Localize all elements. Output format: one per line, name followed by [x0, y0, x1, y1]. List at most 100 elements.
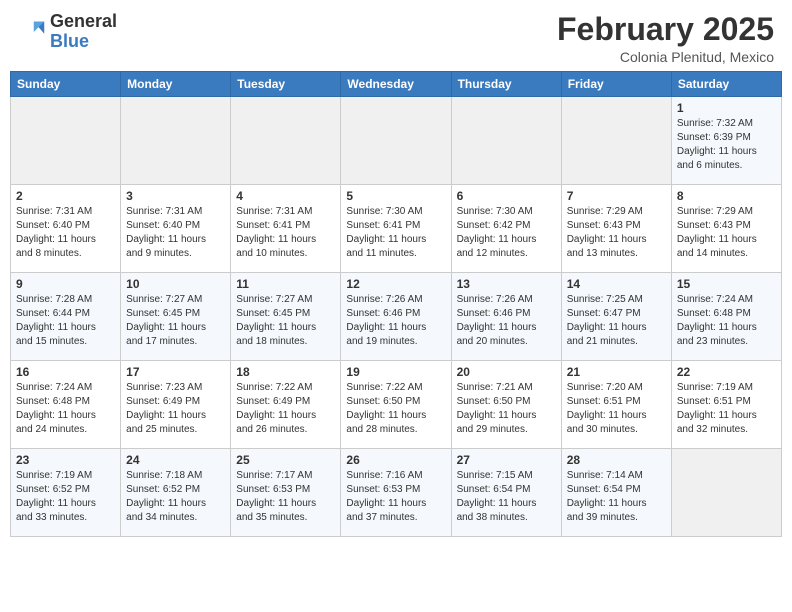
calendar-cell: 13 Sunrise: 7:26 AMSunset: 6:46 PMDayligh…: [451, 273, 561, 361]
day-info: Sunrise: 7:29 AMSunset: 6:43 PMDaylight:…: [677, 205, 776, 261]
calendar-cell: [451, 97, 561, 185]
calendar-body: 1Sunrise: 7:32 AMSunset: 6:39 PMDaylight…: [11, 97, 782, 537]
day-number: 17: [126, 365, 225, 379]
calendar: SundayMondayTuesdayWednesdayThursdayFrid…: [0, 71, 792, 612]
logo-icon: [18, 18, 46, 46]
day-number: 18: [236, 365, 335, 379]
day-info: Sunrise: 7:19 AMSunset: 6:52 PMDaylight:…: [16, 469, 115, 525]
header-day-sunday: Sunday: [11, 72, 121, 97]
day-number: 11: [236, 277, 335, 291]
day-number: 9: [16, 277, 115, 291]
calendar-cell: 3 Sunrise: 7:31 AMSunset: 6:40 PMDaylight…: [121, 185, 231, 273]
day-info: Sunrise: 7:14 AMSunset: 6:54 PMDaylight:…: [567, 469, 666, 525]
calendar-cell: 20 Sunrise: 7:21 AMSunset: 6:50 PMDayligh…: [451, 361, 561, 449]
calendar-cell: [341, 97, 451, 185]
day-info: Sunrise: 7:21 AMSunset: 6:50 PMDaylight:…: [457, 381, 556, 437]
day-info: Sunrise: 7:26 AMSunset: 6:46 PMDaylight:…: [346, 293, 445, 349]
calendar-cell: 1Sunrise: 7:32 AMSunset: 6:39 PMDaylight…: [671, 97, 781, 185]
day-number: 8: [677, 189, 776, 203]
day-number: 27: [457, 453, 556, 467]
day-info: Sunrise: 7:29 AMSunset: 6:43 PMDaylight:…: [567, 205, 666, 261]
day-number: 24: [126, 453, 225, 467]
week-row-1: 1Sunrise: 7:32 AMSunset: 6:39 PMDaylight…: [11, 97, 782, 185]
header-row: SundayMondayTuesdayWednesdayThursdayFrid…: [11, 72, 782, 97]
day-number: 20: [457, 365, 556, 379]
header-day-wednesday: Wednesday: [341, 72, 451, 97]
day-number: 13: [457, 277, 556, 291]
day-info: Sunrise: 7:31 AMSunset: 6:40 PMDaylight:…: [126, 205, 225, 261]
calendar-cell: 25 Sunrise: 7:17 AMSunset: 6:53 PMDayligh…: [231, 449, 341, 537]
page: General Blue February 2025 Colonia Pleni…: [0, 0, 792, 612]
day-number: 6: [457, 189, 556, 203]
calendar-cell: 10 Sunrise: 7:27 AMSunset: 6:45 PMDayligh…: [121, 273, 231, 361]
day-info: Sunrise: 7:20 AMSunset: 6:51 PMDaylight:…: [567, 381, 666, 437]
day-info: Sunrise: 7:28 AMSunset: 6:44 PMDaylight:…: [16, 293, 115, 349]
calendar-cell: 15 Sunrise: 7:24 AMSunset: 6:48 PMDayligh…: [671, 273, 781, 361]
header-day-monday: Monday: [121, 72, 231, 97]
header-day-thursday: Thursday: [451, 72, 561, 97]
calendar-cell: 24 Sunrise: 7:18 AMSunset: 6:52 PMDayligh…: [121, 449, 231, 537]
day-info: Sunrise: 7:26 AMSunset: 6:46 PMDaylight:…: [457, 293, 556, 349]
day-info: Sunrise: 7:23 AMSunset: 6:49 PMDaylight:…: [126, 381, 225, 437]
calendar-cell: 5Sunrise: 7:30 AMSunset: 6:41 PMDaylight…: [341, 185, 451, 273]
calendar-cell: 7Sunrise: 7:29 AMSunset: 6:43 PMDaylight…: [561, 185, 671, 273]
day-number: 26: [346, 453, 445, 467]
header-day-tuesday: Tuesday: [231, 72, 341, 97]
calendar-cell: 27 Sunrise: 7:15 AMSunset: 6:54 PMDayligh…: [451, 449, 561, 537]
logo-blue: Blue: [50, 32, 117, 52]
day-number: 28: [567, 453, 666, 467]
calendar-cell: 4 Sunrise: 7:31 AMSunset: 6:41 PMDaylight…: [231, 185, 341, 273]
day-info: Sunrise: 7:25 AMSunset: 6:47 PMDaylight:…: [567, 293, 666, 349]
calendar-cell: [561, 97, 671, 185]
day-number: 21: [567, 365, 666, 379]
logo: General Blue: [18, 12, 117, 52]
day-info: Sunrise: 7:17 AMSunset: 6:53 PMDaylight:…: [236, 469, 335, 525]
day-number: 12: [346, 277, 445, 291]
day-number: 22: [677, 365, 776, 379]
calendar-cell: 12 Sunrise: 7:26 AMSunset: 6:46 PMDayligh…: [341, 273, 451, 361]
header-day-friday: Friday: [561, 72, 671, 97]
calendar-header: SundayMondayTuesdayWednesdayThursdayFrid…: [11, 72, 782, 97]
calendar-table: SundayMondayTuesdayWednesdayThursdayFrid…: [10, 71, 782, 537]
calendar-cell: [671, 449, 781, 537]
calendar-cell: 22Sunrise: 7:19 AMSunset: 6:51 PMDayligh…: [671, 361, 781, 449]
day-info: Sunrise: 7:30 AMSunset: 6:42 PMDaylight:…: [457, 205, 556, 261]
day-number: 16: [16, 365, 115, 379]
week-row-2: 2Sunrise: 7:31 AMSunset: 6:40 PMDaylight…: [11, 185, 782, 273]
week-row-4: 16 Sunrise: 7:24 AMSunset: 6:48 PMDayligh…: [11, 361, 782, 449]
logo-general: General: [50, 12, 117, 32]
calendar-cell: [231, 97, 341, 185]
day-info: Sunrise: 7:24 AMSunset: 6:48 PMDaylight:…: [677, 293, 776, 349]
calendar-cell: [11, 97, 121, 185]
day-info: Sunrise: 7:31 AMSunset: 6:41 PMDaylight:…: [236, 205, 335, 261]
day-number: 23: [16, 453, 115, 467]
calendar-cell: 28 Sunrise: 7:14 AMSunset: 6:54 PMDayligh…: [561, 449, 671, 537]
calendar-cell: 2Sunrise: 7:31 AMSunset: 6:40 PMDaylight…: [11, 185, 121, 273]
day-number: 15: [677, 277, 776, 291]
day-info: Sunrise: 7:24 AMSunset: 6:48 PMDaylight:…: [16, 381, 115, 437]
location-subtitle: Colonia Plenitud, Mexico: [557, 49, 774, 65]
day-info: Sunrise: 7:15 AMSunset: 6:54 PMDaylight:…: [457, 469, 556, 525]
day-info: Sunrise: 7:16 AMSunset: 6:53 PMDaylight:…: [346, 469, 445, 525]
day-info: Sunrise: 7:27 AMSunset: 6:45 PMDaylight:…: [126, 293, 225, 349]
calendar-cell: 23 Sunrise: 7:19 AMSunset: 6:52 PMDayligh…: [11, 449, 121, 537]
day-info: Sunrise: 7:18 AMSunset: 6:52 PMDaylight:…: [126, 469, 225, 525]
calendar-cell: 9 Sunrise: 7:28 AMSunset: 6:44 PMDaylight…: [11, 273, 121, 361]
calendar-cell: 8 Sunrise: 7:29 AMSunset: 6:43 PMDaylight…: [671, 185, 781, 273]
calendar-cell: 18Sunrise: 7:22 AMSunset: 6:49 PMDayligh…: [231, 361, 341, 449]
calendar-cell: 16 Sunrise: 7:24 AMSunset: 6:48 PMDayligh…: [11, 361, 121, 449]
day-number: 14: [567, 277, 666, 291]
header: General Blue February 2025 Colonia Pleni…: [0, 0, 792, 71]
day-number: 4: [236, 189, 335, 203]
day-number: 3: [126, 189, 225, 203]
day-info: Sunrise: 7:31 AMSunset: 6:40 PMDaylight:…: [16, 205, 115, 261]
calendar-cell: [121, 97, 231, 185]
calendar-cell: 6 Sunrise: 7:30 AMSunset: 6:42 PMDaylight…: [451, 185, 561, 273]
calendar-cell: 14 Sunrise: 7:25 AMSunset: 6:47 PMDayligh…: [561, 273, 671, 361]
week-row-5: 23 Sunrise: 7:19 AMSunset: 6:52 PMDayligh…: [11, 449, 782, 537]
calendar-cell: 11Sunrise: 7:27 AMSunset: 6:45 PMDayligh…: [231, 273, 341, 361]
day-number: 25: [236, 453, 335, 467]
day-number: 10: [126, 277, 225, 291]
day-info: Sunrise: 7:32 AMSunset: 6:39 PMDaylight:…: [677, 117, 776, 173]
day-number: 19: [346, 365, 445, 379]
